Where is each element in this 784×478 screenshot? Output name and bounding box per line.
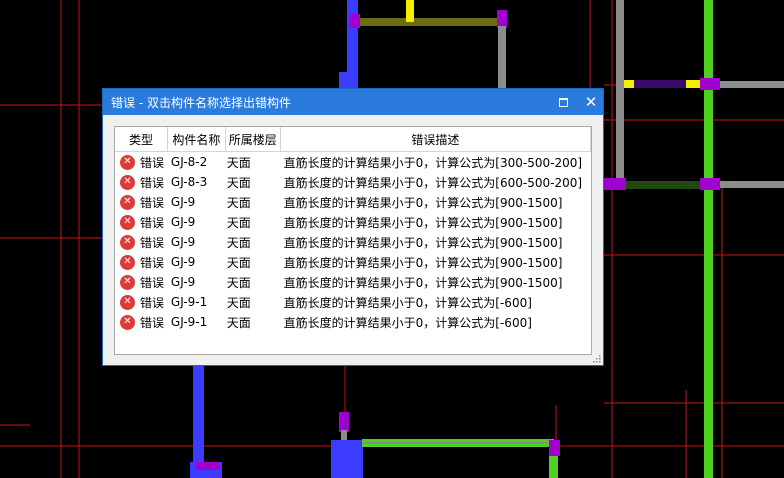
row-description: 直筋长度的计算结果小于0，计算公式为[900-1500] — [283, 255, 563, 270]
row-type: 错误 — [140, 215, 165, 230]
row-type: 错误 — [140, 255, 165, 270]
table-body: ✕ 错误 GJ-8-2 天面 直筋长度的计算结果小于0，计算公式为[300-500-20… — [115, 152, 591, 332]
row-type-cell: ✕ 错误 — [115, 154, 168, 171]
row-type: 错误 — [140, 175, 165, 190]
joint-marker — [497, 10, 507, 28]
row-type: 错误 — [140, 275, 165, 290]
joint-marker — [196, 462, 220, 470]
beam-member — [339, 72, 350, 88]
table-row[interactable]: ✕ 错误 GJ-8-2 天面 直筋长度的计算结果小于0，计算公式为[300-500-20… — [115, 152, 591, 172]
row-type: 错误 — [140, 295, 165, 310]
row-floor: 天面 — [226, 155, 251, 170]
row-component-name[interactable]: GJ-9 — [168, 195, 226, 209]
table-row[interactable]: ✕ 错误 GJ-9-1 天面 直筋长度的计算结果小于0，计算公式为[-600] — [115, 292, 591, 312]
error-circle-icon: ✕ — [120, 254, 135, 270]
error-circle-icon: ✕ — [120, 234, 135, 250]
error-circle-icon: ✕ — [120, 294, 135, 310]
resize-grip-icon[interactable] — [592, 354, 601, 363]
row-component-name[interactable]: GJ-9 — [168, 255, 226, 269]
row-component-name[interactable]: GJ-8-2 — [168, 155, 226, 169]
close-icon: ✕ — [584, 93, 598, 111]
row-type-cell: ✕ 错误 — [115, 214, 168, 231]
row-description: 直筋长度的计算结果小于0，计算公式为[300-500-200] — [283, 155, 583, 170]
table-header: 类型 构件名称 所属楼层 错误描述 — [115, 127, 591, 152]
table-row[interactable]: ✕ 错误 GJ-9 天面 直筋长度的计算结果小于0，计算公式为[900-1500] — [115, 272, 591, 292]
row-type-cell: ✕ 错误 — [115, 254, 168, 271]
row-description: 直筋长度的计算结果小于0，计算公式为[900-1500] — [283, 215, 563, 230]
joint-marker — [700, 78, 720, 90]
table-row[interactable]: ✕ 错误 GJ-9 天面 直筋长度的计算结果小于0，计算公式为[900-1500] — [115, 212, 591, 232]
row-component-name[interactable]: GJ-8-3 — [168, 175, 226, 189]
error-circle-icon: ✕ — [120, 314, 135, 330]
row-component-name[interactable]: GJ-9 — [168, 215, 226, 229]
beam-member — [357, 18, 502, 26]
beam-member — [616, 0, 624, 190]
row-type-cell: ✕ 错误 — [115, 274, 168, 291]
beam-member — [193, 366, 204, 478]
row-floor: 天面 — [226, 255, 251, 270]
row-description: 直筋长度的计算结果小于0，计算公式为[900-1500] — [283, 235, 563, 250]
row-floor: 天面 — [226, 275, 251, 290]
table-row[interactable]: ✕ 错误 GJ-9-1 天面 直筋长度的计算结果小于0，计算公式为[-600] — [115, 312, 591, 332]
maximize-icon — [558, 97, 568, 107]
row-type: 错误 — [140, 235, 165, 250]
row-type-cell: ✕ 错误 — [115, 294, 168, 311]
joint-marker — [339, 412, 349, 432]
column-header-type[interactable]: 类型 — [115, 127, 168, 151]
row-floor: 天面 — [226, 315, 251, 330]
error-dialog: 错误 - 双击构件名称选择出错构件 ✕ 类型 构件名称 所属楼层 错误描述 ✕ 错… — [102, 88, 604, 366]
beam-member — [686, 80, 702, 88]
beam-member — [341, 430, 347, 440]
column-header-description[interactable]: 错误描述 — [281, 127, 591, 151]
row-component-name[interactable]: GJ-9-1 — [168, 315, 226, 329]
error-circle-icon: ✕ — [120, 194, 135, 210]
row-description: 直筋长度的计算结果小于0，计算公式为[-600] — [283, 295, 532, 310]
row-component-name[interactable]: GJ-9 — [168, 235, 226, 249]
row-description: 直筋长度的计算结果小于0，计算公式为[900-1500] — [283, 195, 563, 210]
row-floor: 天面 — [226, 175, 251, 190]
row-floor: 天面 — [226, 295, 251, 310]
row-description: 直筋长度的计算结果小于0，计算公式为[600-500-200] — [283, 175, 583, 190]
beam-member — [713, 81, 784, 88]
row-type-cell: ✕ 错误 — [115, 194, 168, 211]
error-circle-icon: ✕ — [120, 274, 135, 290]
row-type: 错误 — [140, 155, 165, 170]
error-circle-icon: ✕ — [120, 154, 135, 170]
beam-member — [331, 440, 363, 478]
row-component-name[interactable]: GJ-9 — [168, 275, 226, 289]
beam-member — [704, 0, 713, 478]
beam-member — [713, 181, 784, 188]
table-row[interactable]: ✕ 错误 GJ-9 天面 直筋长度的计算结果小于0，计算公式为[900-1500] — [115, 232, 591, 252]
maximize-button[interactable] — [549, 89, 577, 115]
row-description: 直筋长度的计算结果小于0，计算公式为[-600] — [283, 315, 532, 330]
row-type-cell: ✕ 错误 — [115, 314, 168, 331]
close-button[interactable]: ✕ — [577, 89, 605, 115]
dialog-titlebar[interactable]: 错误 - 双击构件名称选择出错构件 ✕ — [103, 89, 603, 115]
column-header-name[interactable]: 构件名称 — [168, 127, 226, 151]
row-floor: 天面 — [226, 195, 251, 210]
error-circle-icon: ✕ — [120, 214, 135, 230]
table-row[interactable]: ✕ 错误 GJ-8-3 天面 直筋长度的计算结果小于0，计算公式为[600-500-20… — [115, 172, 591, 192]
column-header-floor[interactable]: 所属楼层 — [226, 127, 281, 151]
beam-member — [406, 0, 414, 22]
joint-marker — [604, 178, 626, 190]
row-floor: 天面 — [226, 235, 251, 250]
table-row[interactable]: ✕ 错误 GJ-9 天面 直筋长度的计算结果小于0，计算公式为[900-1500] — [115, 192, 591, 212]
row-type: 错误 — [140, 315, 165, 330]
error-circle-icon: ✕ — [120, 174, 135, 190]
row-type-cell: ✕ 错误 — [115, 174, 168, 191]
row-type: 错误 — [140, 195, 165, 210]
joint-marker — [700, 178, 720, 190]
row-component-name[interactable]: GJ-9-1 — [168, 295, 226, 309]
beam-member — [498, 26, 506, 88]
table-row[interactable]: ✕ 错误 GJ-9 天面 直筋长度的计算结果小于0，计算公式为[900-1500] — [115, 252, 591, 272]
error-table: 类型 构件名称 所属楼层 错误描述 ✕ 错误 GJ-8-2 天面 直筋长度的计算结果小于… — [114, 126, 592, 355]
row-floor: 天面 — [226, 215, 251, 230]
row-description: 直筋长度的计算结果小于0，计算公式为[900-1500] — [283, 275, 563, 290]
row-type-cell: ✕ 错误 — [115, 234, 168, 251]
joint-marker — [549, 440, 560, 456]
beam-member — [624, 80, 634, 88]
joint-marker — [350, 14, 360, 28]
dialog-title: 错误 - 双击构件名称选择出错构件 — [111, 95, 291, 110]
